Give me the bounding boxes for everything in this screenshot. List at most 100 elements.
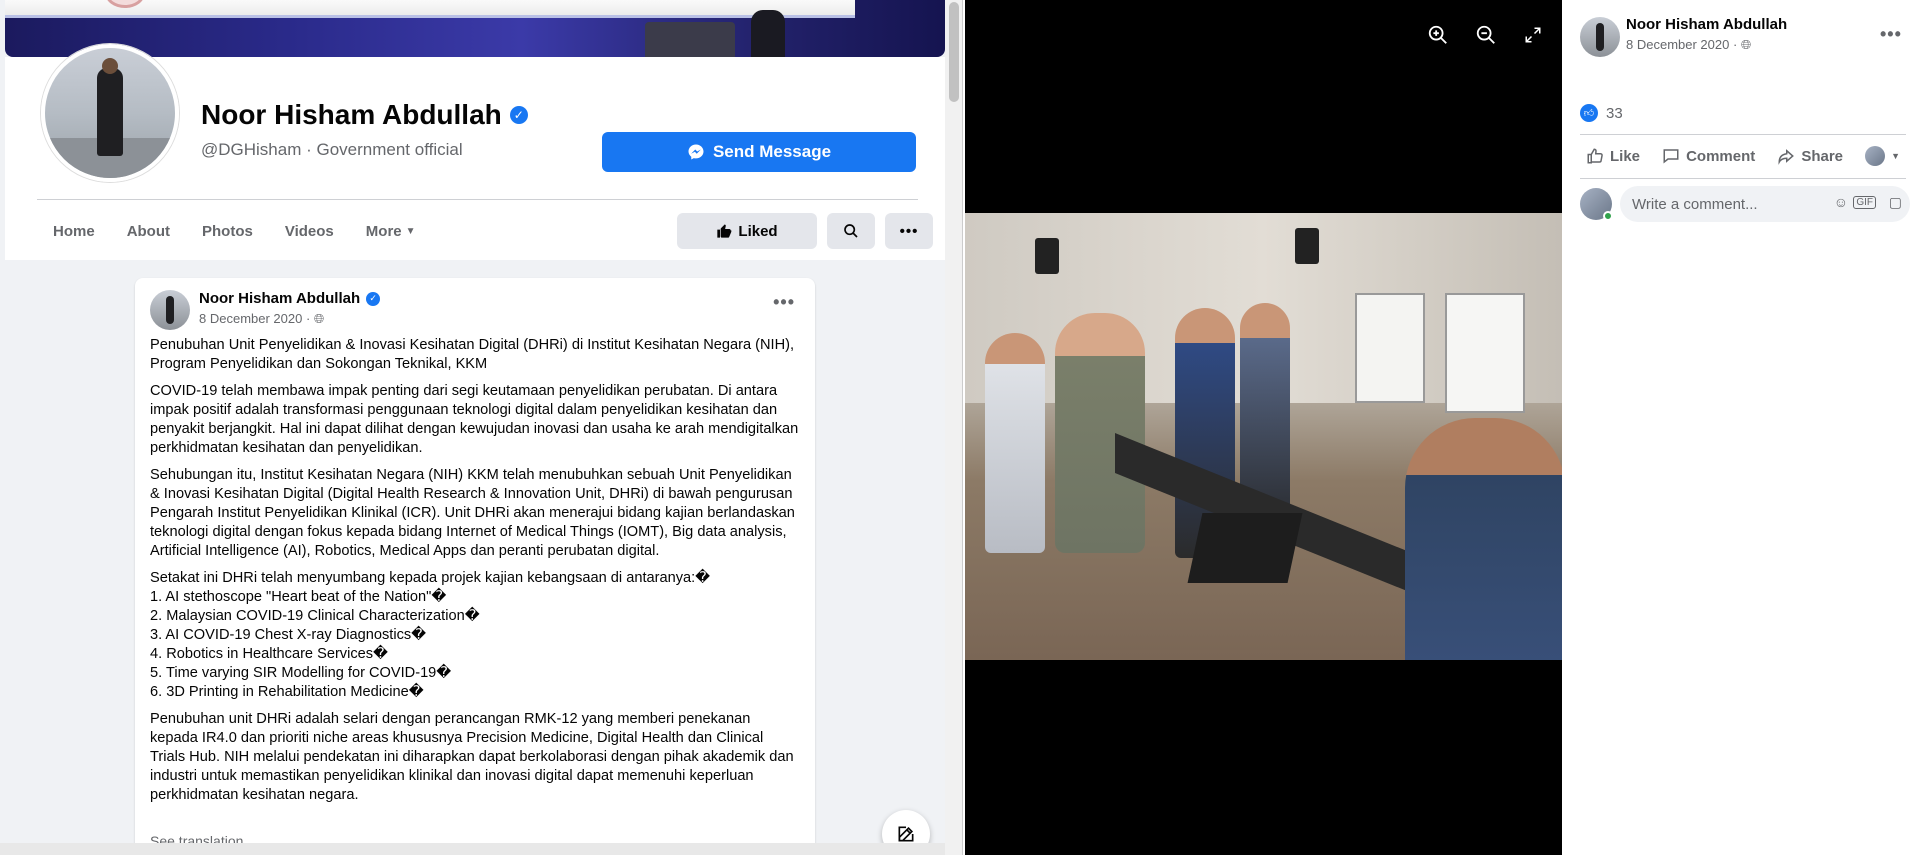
tab-home-label: Home [53,223,95,240]
tab-photos-label: Photos [202,223,253,240]
photo-laptop [1187,513,1303,583]
post-sidebar: Noor Hisham Abdullah 8 December 2020 · 🌐… [1562,0,1918,855]
globe-icon: 🌐︎ [1740,37,1752,52]
like-label: Like [1610,147,1641,165]
caret-down-icon: ▼ [1891,151,1900,161]
sidebar-options-icon[interactable]: ••• [1880,24,1902,45]
photo-person [1055,313,1145,553]
profile-avatar[interactable] [41,44,179,182]
search-button[interactable] [827,213,875,249]
photo-speaker [1295,228,1319,264]
more-options-button[interactable]: ••• [885,213,933,249]
comment-label: Comment [1686,147,1756,165]
list-item: 6. 3D Printing in Rehabilitation Medicin… [150,684,424,700]
cover-person-shape [751,10,785,57]
tab-about-label: About [126,223,171,240]
globe-icon: 🌐︎ [313,311,325,326]
sidebar-date-text: 8 December 2020 · [1626,37,1741,52]
fullscreen-icon[interactable] [1520,22,1546,48]
tab-photos[interactable]: Photos [186,213,269,251]
cover-photo[interactable] [5,0,945,57]
zoom-in-icon[interactable] [1425,22,1451,48]
post-paragraph: Penubuhan unit DHRi adalah selari dengan… [150,711,794,803]
cover-podium-shape [645,22,735,57]
gif-icon[interactable]: GIF [1853,196,1876,209]
post-text: Penubuhan Unit Penyelidikan & Inovasi Ke… [150,336,800,813]
horizontal-scrollbar[interactable] [0,843,945,855]
scrollbar-thumb[interactable] [949,2,959,102]
tab-more-label: More [365,223,402,240]
comment-composer: Write a comment... ☺ GIF ▢ [1580,186,1910,222]
audience-selector[interactable]: ▼ [1859,146,1906,166]
post-author-name: Noor Hisham Abdullah [199,290,361,307]
post-options-icon[interactable]: ••• [773,292,795,313]
photo-flipchart [1355,293,1425,403]
photo-viewer [965,0,1562,855]
post-author[interactable]: Noor Hisham Abdullah ✓ [199,290,381,307]
send-message-label: Send Message [712,142,832,161]
profile-name-text: Noor Hisham Abdullah [201,99,502,130]
divider [1580,134,1906,135]
photo-speaker [1035,238,1059,274]
post-card: Noor Hisham Abdullah ✓ 8 December 2020 ·… [135,278,815,855]
tab-home[interactable]: Home [37,213,111,251]
screen: Noor Hisham Abdullah ✓ @DGHisham · Gover… [0,0,1918,855]
vertical-scrollbar[interactable] [945,0,962,855]
share-button[interactable]: Share [1771,147,1849,165]
list-item: 4. Robotics in Healthcare Services� [150,646,389,662]
liked-label: Liked [738,222,778,240]
sidebar-author-name[interactable]: Noor Hisham Abdullah [1626,16,1787,33]
messenger-icon [688,144,704,160]
compose-icon [898,826,914,842]
like-reaction-icon: 👍︎ [1580,104,1598,122]
sidebar-date[interactable]: 8 December 2020 · 🌐︎ [1626,37,1751,53]
post-paragraph: Penubuhan Unit Penyelidikan & Inovasi Ke… [150,337,795,372]
profile-tabs: Home About Photos Videos More ▼ [37,213,432,251]
reaction-count: 33 [1606,104,1623,122]
list-item: 1. AI stethoscope "Heart beat of the Nat… [150,589,447,605]
verified-badge-icon: ✓ [509,106,528,124]
post-author-avatar[interactable] [150,290,190,330]
comment-icon [1663,149,1679,164]
photo-flipchart [1445,293,1525,413]
current-user-avatar[interactable] [1580,188,1613,221]
comment-input[interactable]: Write a comment... ☺ GIF ▢ [1620,186,1910,222]
liked-button[interactable]: Liked [677,213,817,249]
small-avatar [1865,146,1886,166]
sidebar-author-avatar[interactable] [1580,17,1620,57]
list-item: 5. Time varying SIR Modelling for COVID-… [150,665,452,681]
tab-about[interactable]: About [111,213,186,251]
zoom-out-icon[interactable] [1473,22,1499,48]
post-paragraph: Sehubungan itu, Institut Kesihatan Negar… [150,467,795,559]
avatar-figure [97,68,123,156]
tab-videos-label: Videos [284,223,334,240]
profile-header: Noor Hisham Abdullah ✓ @DGHisham · Gover… [5,44,945,260]
send-message-button[interactable]: Send Message [602,132,916,172]
reactions-summary[interactable]: 👍︎ 33 [1580,104,1623,122]
post-paragraph: COVID-19 telah membawa impak penting dar… [150,383,799,456]
ellipsis-icon: ••• [899,222,919,240]
comment-placeholder: Write a comment... [1632,195,1758,213]
online-status-dot [1603,211,1613,221]
photo-person [1405,418,1562,660]
tab-more[interactable]: More ▼ [350,213,432,251]
sticker-icon[interactable]: ▢ [1889,194,1902,211]
share-label: Share [1801,147,1844,165]
post-date[interactable]: 8 December 2020 · 🌐︎ [199,311,324,327]
photo-person [985,333,1045,553]
emoji-icon[interactable]: ☺ [1834,194,1848,210]
caret-down-icon: ▼ [405,226,416,237]
profile-page: Noor Hisham Abdullah ✓ @DGHisham · Gover… [0,0,963,855]
header-divider [37,199,918,200]
avatar-head [102,58,118,74]
list-intro: Setakat ini DHRi telah menyumbang kepada… [150,570,711,586]
post-date-text: 8 December 2020 · [199,311,314,326]
avatar-figure [1596,23,1604,51]
comment-button[interactable]: Comment [1656,147,1761,165]
tab-videos[interactable]: Videos [269,213,350,251]
post-actions: Like Comment Share ▼ [1580,140,1906,172]
thumbs-up-icon [1587,148,1603,164]
post-photo[interactable] [965,213,1562,660]
like-button[interactable]: Like [1580,147,1646,165]
verified-badge-icon: ✓ [366,291,381,306]
